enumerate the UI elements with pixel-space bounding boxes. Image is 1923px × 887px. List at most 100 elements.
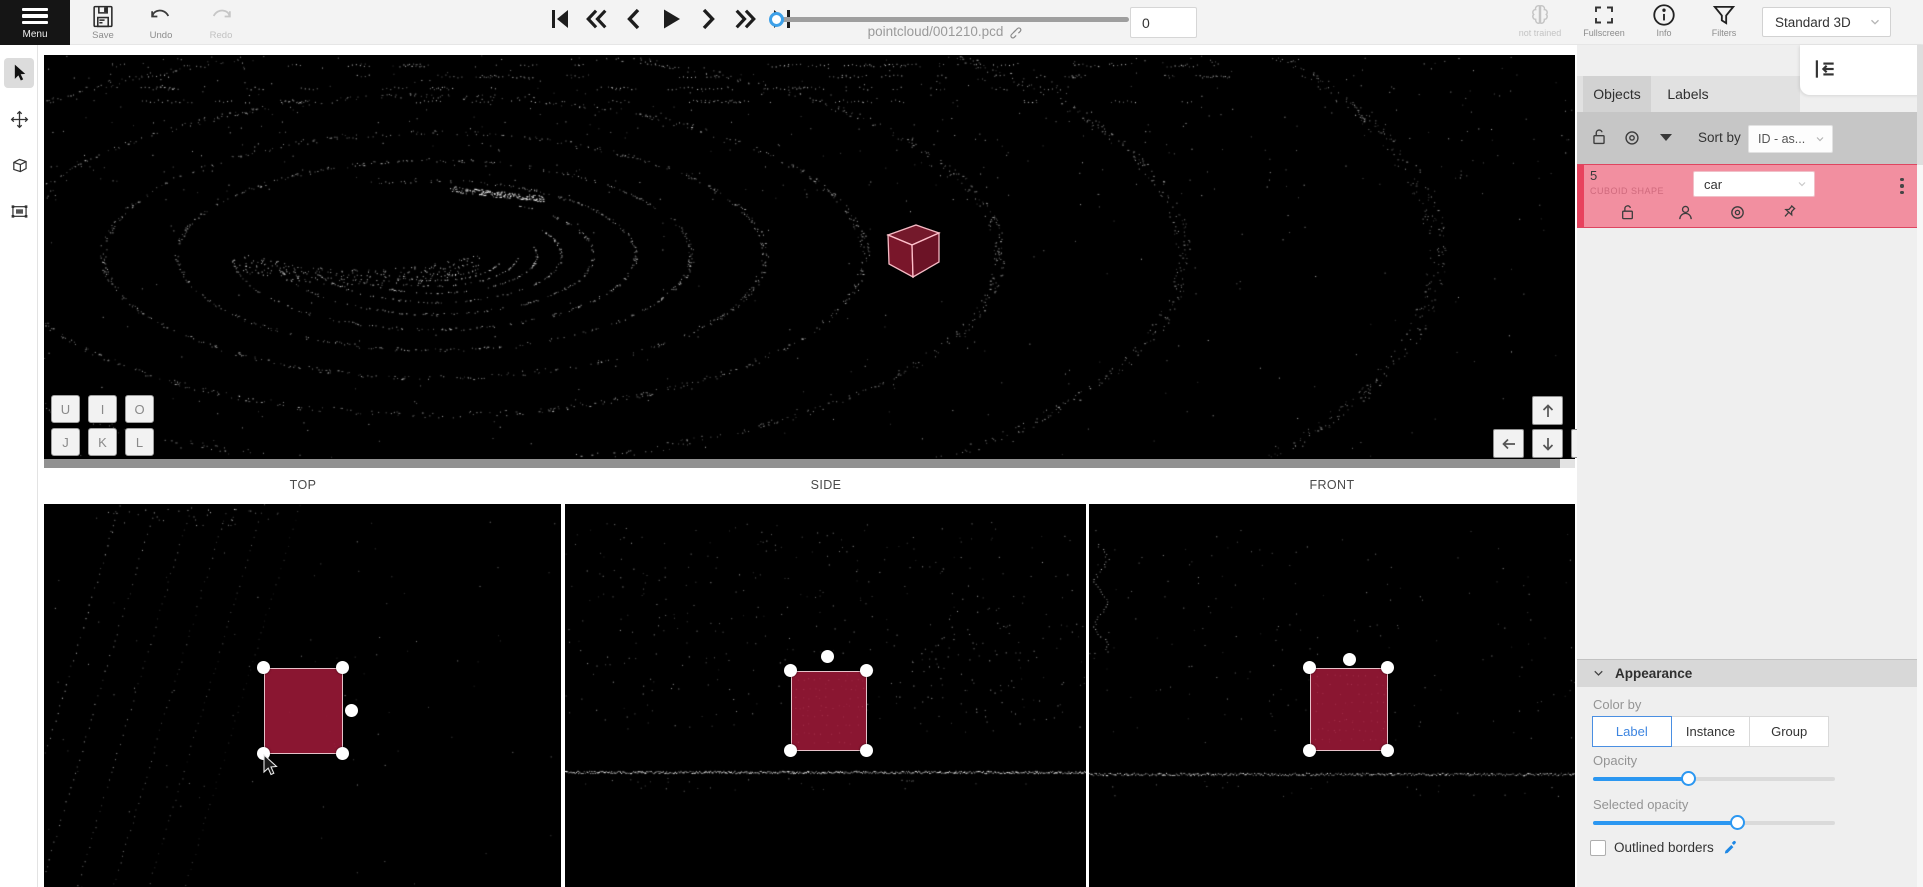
fullscreen-icon <box>1592 2 1616 28</box>
object-author-icon[interactable] <box>1675 202 1696 228</box>
info-label: Info <box>1656 28 1671 38</box>
top-toolbar: Menu Save Undo Redo pointcloud/001210.pc… <box>0 0 1923 45</box>
resize-handle[interactable] <box>1303 661 1316 674</box>
resize-handle[interactable] <box>257 747 270 760</box>
rotate-handle[interactable] <box>1343 653 1356 666</box>
opacity-slider[interactable] <box>1593 771 1835 786</box>
tab-objects[interactable]: Objects <box>1583 76 1651 112</box>
selected-opacity-label: Selected opacity <box>1593 797 1688 812</box>
tab-labels[interactable]: Labels <box>1651 76 1725 112</box>
resize-handle[interactable] <box>784 664 797 677</box>
object-pin-icon[interactable] <box>1778 202 1799 228</box>
key-u[interactable]: U <box>51 395 80 423</box>
side-orthographic-view[interactable] <box>565 504 1086 887</box>
filters-button[interactable]: Filters <box>1698 2 1750 45</box>
object-card[interactable]: 5 CUBOID SHAPE car <box>1577 164 1919 228</box>
eyedropper-icon[interactable] <box>1722 839 1739 856</box>
cuboid-annotation-side[interactable] <box>791 671 867 751</box>
save-button[interactable]: Save <box>80 0 126 45</box>
resize-handle[interactable] <box>1303 744 1316 757</box>
undo-button[interactable]: Undo <box>138 0 184 45</box>
link-icon[interactable] <box>1007 24 1022 39</box>
selected-opacity-slider[interactable] <box>1593 815 1835 830</box>
nav-down-button[interactable] <box>1532 429 1563 458</box>
resize-handle[interactable] <box>257 661 270 674</box>
fullscreen-button[interactable]: Fullscreen <box>1578 2 1630 45</box>
sort-select[interactable]: ID - as... <box>1748 125 1833 153</box>
not-trained-button[interactable]: not trained <box>1514 2 1566 45</box>
image-tool-button[interactable] <box>4 196 34 226</box>
object-lock-icon[interactable] <box>1617 202 1638 228</box>
resize-handle[interactable] <box>784 744 797 757</box>
key-j[interactable]: J <box>51 428 80 456</box>
undo-label: Undo <box>150 30 173 41</box>
top-orthographic-view[interactable] <box>44 504 561 887</box>
color-by-label: Color by <box>1593 697 1641 712</box>
outlined-borders-label: Outlined borders <box>1614 840 1714 855</box>
horizontal-scrollbar[interactable] <box>44 459 1575 468</box>
front-orthographic-view[interactable] <box>1089 504 1575 887</box>
outlined-borders-checkbox[interactable] <box>1590 840 1606 856</box>
color-by-instance-option[interactable]: Instance <box>1672 716 1751 747</box>
info-button[interactable]: Info <box>1638 2 1690 45</box>
chevron-down-icon <box>1591 666 1606 681</box>
main-3d-viewport[interactable]: U I O J K L <box>44 55 1575 459</box>
play-button[interactable] <box>659 6 683 32</box>
view-mode-select[interactable]: Standard 3D <box>1762 7 1891 37</box>
nav-left-button[interactable] <box>1493 429 1524 458</box>
fast-forward-button[interactable] <box>733 6 757 32</box>
resize-handle[interactable] <box>336 661 349 674</box>
color-by-group-option[interactable]: Group <box>1750 716 1829 747</box>
prev-frame-button[interactable] <box>622 6 646 32</box>
panel-toggle-button[interactable] <box>1812 56 1838 87</box>
cuboid-annotation-top[interactable] <box>264 668 343 754</box>
opacity-slider-knob[interactable] <box>1681 771 1696 786</box>
appearance-section-header[interactable]: Appearance <box>1577 659 1923 687</box>
selected-opacity-slider-knob[interactable] <box>1730 815 1745 830</box>
fast-rewind-button[interactable] <box>585 6 609 32</box>
move-tool-button[interactable] <box>4 104 34 134</box>
skip-start-button[interactable] <box>548 6 572 32</box>
lock-all-icon[interactable] <box>1588 126 1610 153</box>
object-class-select[interactable]: car <box>1693 171 1815 197</box>
menu-button[interactable]: Menu <box>0 0 70 45</box>
resize-handle[interactable] <box>860 664 873 677</box>
object-menu-button[interactable] <box>1894 173 1910 199</box>
rotate-handle[interactable] <box>821 650 834 663</box>
resize-handle[interactable] <box>336 747 349 760</box>
nav-up-button[interactable] <box>1532 396 1563 425</box>
cuboid-tool-button[interactable] <box>4 150 34 180</box>
filter-icon <box>1711 2 1737 28</box>
rotate-handle[interactable] <box>345 704 358 717</box>
panel-scrollbar[interactable] <box>1917 45 1923 887</box>
panel-tabbar: Objects Labels <box>1577 76 1800 112</box>
resize-handle[interactable] <box>860 744 873 757</box>
visibility-all-icon[interactable] <box>1621 126 1643 153</box>
expand-all-icon[interactable] <box>1656 126 1676 153</box>
resize-handle[interactable] <box>1381 661 1394 674</box>
objects-toolbar: Sort by ID - as... <box>1577 112 1923 164</box>
timeline-handle[interactable] <box>769 12 784 27</box>
chevron-down-icon <box>1814 133 1826 145</box>
right-panel: Objects Labels Sort by ID - as... 5 CUBO… <box>1577 45 1923 887</box>
frame-number-input[interactable] <box>1130 7 1197 38</box>
cuboid-annotation-front[interactable] <box>1310 668 1388 751</box>
next-frame-button[interactable] <box>696 6 720 32</box>
brain-icon <box>1527 2 1553 28</box>
pointer-tool-button[interactable] <box>4 58 34 88</box>
not-trained-label: not trained <box>1519 28 1562 38</box>
scrollbar-thumb[interactable] <box>44 459 1560 468</box>
key-l[interactable]: L <box>125 428 154 456</box>
key-o[interactable]: O <box>125 395 154 423</box>
timeline-slider[interactable] <box>772 17 1129 22</box>
view-mode-value: Standard 3D <box>1775 15 1851 30</box>
resize-handle[interactable] <box>1381 744 1394 757</box>
object-visibility-icon[interactable] <box>1727 202 1748 228</box>
key-k[interactable]: K <box>88 428 117 456</box>
color-by-label-option[interactable]: Label <box>1592 716 1672 747</box>
redo-button[interactable]: Redo <box>198 0 244 45</box>
chevron-down-icon <box>1868 15 1882 29</box>
undo-icon <box>147 4 175 29</box>
outlined-borders-row: Outlined borders <box>1590 839 1739 856</box>
key-i[interactable]: I <box>88 395 117 423</box>
